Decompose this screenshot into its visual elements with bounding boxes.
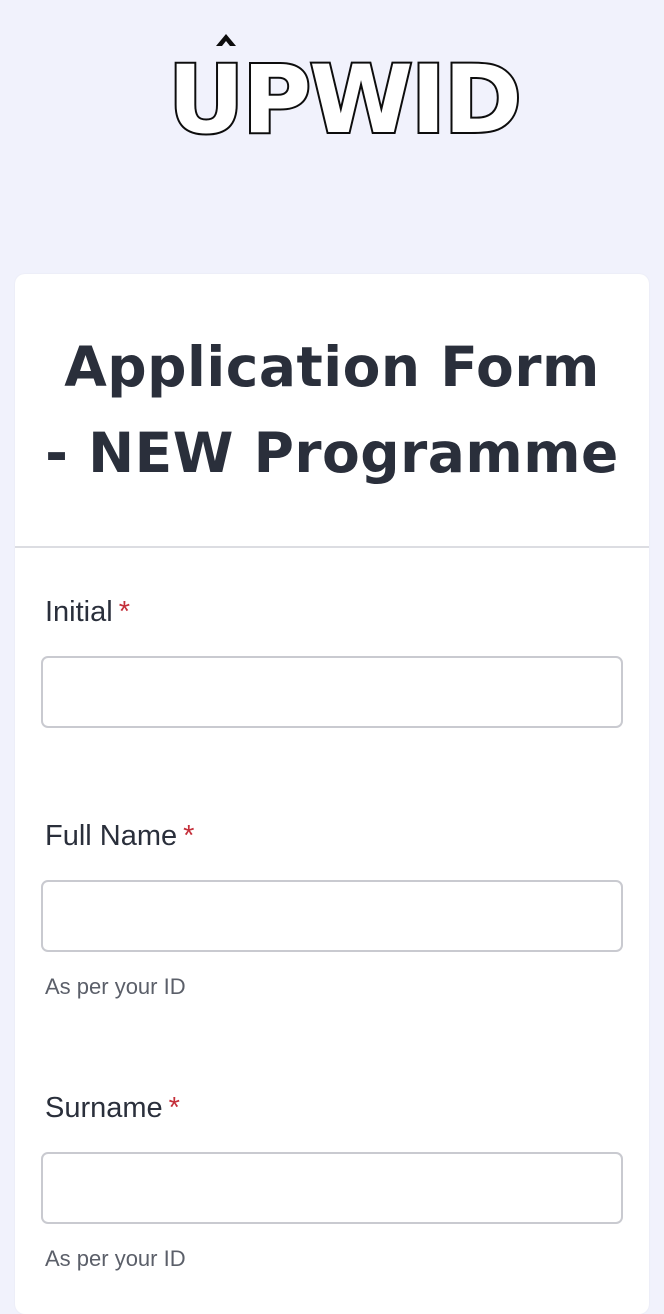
- initial-field: Initial *: [41, 592, 623, 728]
- initial-label-text: Initial: [45, 596, 113, 628]
- surname-label-text: Surname: [45, 1092, 163, 1124]
- full-name-input[interactable]: [41, 880, 623, 952]
- logo-accent-icon: [216, 34, 236, 46]
- surname-field: Surname * As per your ID: [41, 1088, 623, 1274]
- required-asterisk: *: [118, 596, 130, 628]
- full-name-label: Full Name *: [41, 816, 623, 856]
- full-name-label-text: Full Name: [45, 820, 178, 852]
- form-header: Application Form - NEW Programme: [15, 274, 649, 548]
- initial-label: Initial *: [41, 592, 623, 632]
- initial-input[interactable]: [41, 656, 623, 728]
- required-asterisk: *: [168, 1092, 180, 1124]
- logo-wordmark: UPWID: [168, 46, 520, 155]
- form-title: Application Form - NEW Programme: [45, 335, 619, 485]
- upwid-logo: UPWID: [166, 34, 524, 157]
- required-asterisk: *: [183, 820, 195, 852]
- surname-input[interactable]: [41, 1152, 623, 1224]
- application-form-card: Application Form - NEW Programme Initial…: [15, 274, 649, 1314]
- full-name-help: As per your ID: [45, 974, 186, 999]
- header: UPWID: [0, 0, 664, 160]
- surname-label: Surname *: [41, 1088, 623, 1128]
- full-name-field: Full Name * As per your ID: [41, 816, 623, 1002]
- surname-help: As per your ID: [45, 1246, 186, 1271]
